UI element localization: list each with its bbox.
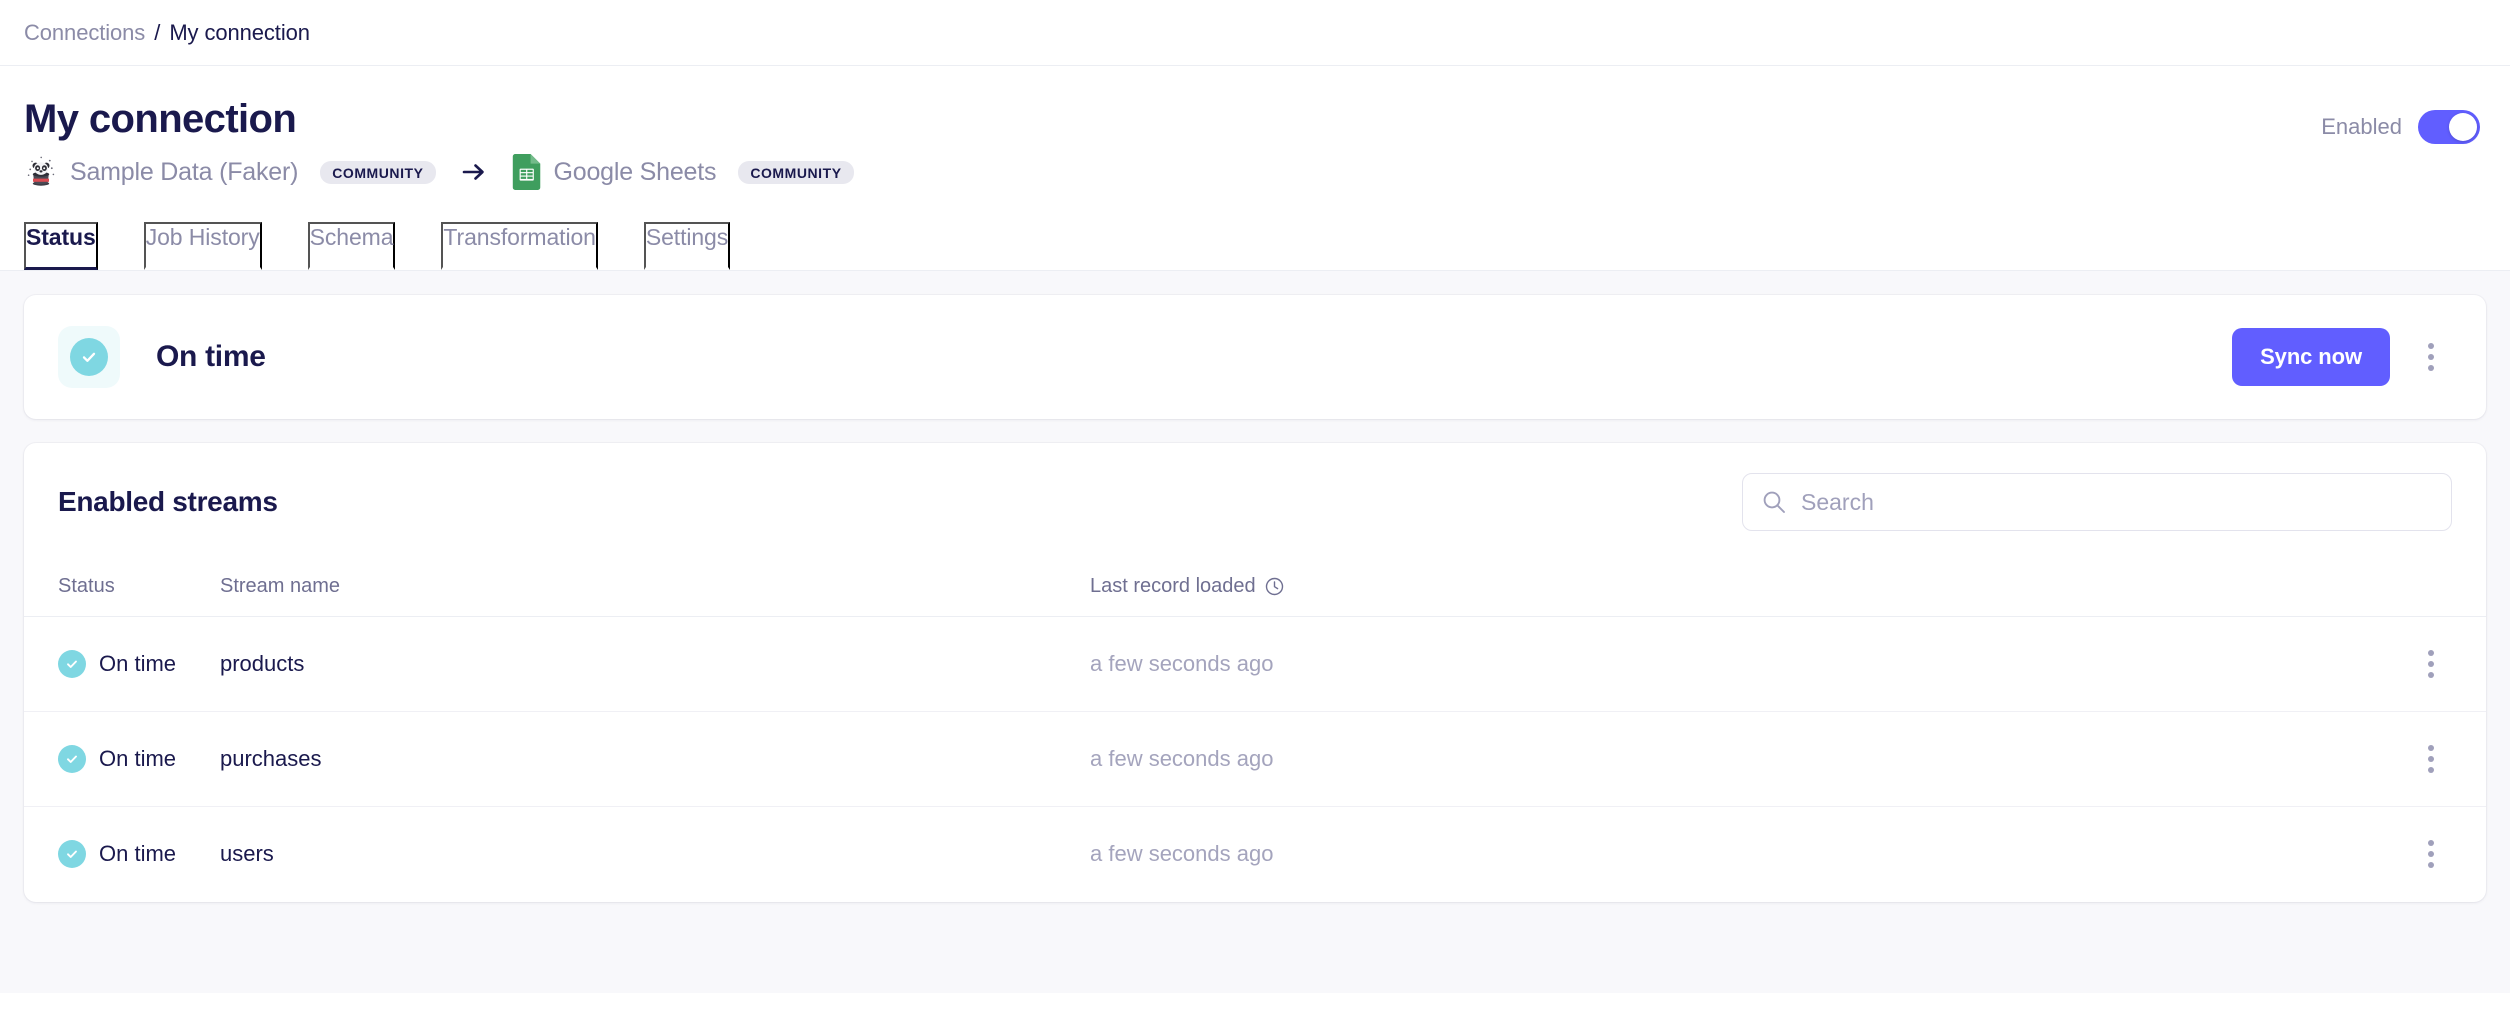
search-input[interactable] [1801, 488, 2433, 516]
row-actions-cell [2376, 807, 2486, 902]
kebab-dot [2428, 672, 2434, 678]
status-icon-container [58, 326, 120, 388]
kebab-dot [2428, 767, 2434, 773]
enabled-toggle-group: Enabled [2321, 110, 2480, 144]
tab-bar: Status Job History Schema Transformation… [0, 222, 2510, 271]
destination-connector[interactable]: Google Sheets COMMUNITY [512, 154, 854, 190]
row-last-record-cell: a few seconds ago [1090, 711, 2376, 807]
streams-header: Enabled streams [24, 443, 2486, 561]
stream-search-box[interactable] [1742, 473, 2452, 531]
kebab-dot [2428, 862, 2434, 869]
streams-title: Enabled streams [58, 486, 278, 517]
last-record-loaded: a few seconds ago [1090, 651, 1274, 676]
kebab-dot [2428, 745, 2434, 751]
kebab-dot [2428, 851, 2434, 858]
table-row[interactable]: On time purchases a few seconds ago [24, 711, 2486, 807]
clock-icon[interactable] [1265, 577, 1284, 596]
connector-pair: Sample Data (Faker) COMMUNITY Google She… [24, 154, 854, 190]
stream-name: purchases [220, 746, 322, 771]
column-header-status: Status [24, 561, 220, 617]
source-name: Sample Data (Faker) [70, 157, 299, 186]
breadcrumb-current: My connection [169, 19, 310, 45]
table-row[interactable]: On time products a few seconds ago [24, 616, 2486, 712]
tab-schema[interactable]: Schema [307, 222, 396, 270]
kebab-dot [2428, 354, 2434, 360]
row-last-record-cell: a few seconds ago [1090, 616, 2376, 712]
kebab-dot [2428, 650, 2434, 656]
tab-transformation[interactable]: Transformation [441, 222, 598, 270]
enabled-streams-card: Enabled streams Status Stream name Last … [24, 443, 2486, 902]
row-actions-cell [2376, 711, 2486, 807]
connection-kebab-menu-icon[interactable] [2408, 334, 2454, 380]
tab-job-history[interactable]: Job History [143, 222, 262, 270]
enabled-label: Enabled [2321, 114, 2402, 139]
row-status-label: On time [99, 841, 177, 867]
arrow-right-icon [462, 161, 486, 183]
sync-now-button[interactable]: Sync now [2232, 328, 2390, 386]
row-status-cell: On time [24, 616, 220, 712]
kebab-dot [2428, 840, 2434, 847]
row-status-cell: On time [24, 711, 220, 807]
table-header-row: Status Stream name Last record loaded [24, 561, 2486, 617]
breadcrumb: Connections / My connection [0, 0, 2510, 66]
kebab-dot [2428, 756, 2434, 762]
stream-kebab-menu-icon[interactable] [2376, 641, 2486, 687]
destination-badge: COMMUNITY [738, 160, 854, 184]
kebab-dot [2428, 365, 2434, 371]
source-connector[interactable]: Sample Data (Faker) COMMUNITY [24, 155, 436, 189]
last-record-loaded: a few seconds ago [1090, 841, 1274, 867]
kebab-dot [2428, 661, 2434, 667]
enabled-toggle[interactable] [2418, 110, 2480, 144]
streams-table: Status Stream name Last record loaded On… [24, 561, 2486, 902]
source-badge: COMMUNITY [320, 160, 436, 184]
last-record-loaded: a few seconds ago [1090, 746, 1274, 771]
check-circle-icon [58, 840, 86, 869]
search-icon [1763, 491, 1785, 513]
column-header-last-record-label: Last record loaded [1090, 575, 1256, 597]
check-circle-icon [70, 338, 108, 376]
check-circle-icon [58, 650, 86, 678]
column-header-stream-name: Stream name [220, 561, 1090, 617]
stream-name: users [220, 841, 274, 867]
table-row[interactable]: On time users a few seconds ago [24, 807, 2486, 902]
streams-table-body: On time products a few seconds ago On ti… [24, 616, 2486, 902]
row-status-label: On time [99, 651, 177, 676]
breadcrumb-link-connections[interactable]: Connections [24, 20, 145, 46]
check-circle-icon [58, 745, 86, 773]
row-status-label: On time [99, 746, 177, 771]
connection-status-card: On time Sync now [24, 295, 2486, 419]
row-status-cell: On time [24, 807, 220, 902]
row-stream-name-cell: purchases [220, 711, 1090, 807]
column-header-actions [2376, 561, 2486, 617]
row-stream-name-cell: products [220, 616, 1090, 712]
main-content: On time Sync now Enabled streams Status [0, 271, 2510, 993]
tab-status[interactable]: Status [24, 222, 98, 270]
toggle-knob [2449, 113, 2477, 141]
faker-panda-icon [27, 156, 55, 186]
google-sheets-icon [512, 154, 540, 190]
page-header: My connection Sample Data (Faker) COMMUN… [0, 66, 2510, 190]
kebab-dot [2428, 343, 2434, 349]
column-header-last-record: Last record loaded [1090, 561, 2376, 617]
row-stream-name-cell: users [220, 807, 1090, 902]
stream-kebab-menu-icon[interactable] [2376, 736, 2486, 782]
tab-settings[interactable]: Settings [643, 222, 731, 270]
breadcrumb-separator: / [154, 19, 161, 45]
row-actions-cell [2376, 616, 2486, 712]
row-last-record-cell: a few seconds ago [1090, 807, 2376, 902]
stream-name: products [220, 651, 305, 676]
status-title: On time [156, 340, 266, 373]
stream-kebab-menu-icon[interactable] [2376, 831, 2486, 877]
destination-name: Google Sheets [553, 157, 717, 186]
page-title: My connection [24, 97, 297, 141]
